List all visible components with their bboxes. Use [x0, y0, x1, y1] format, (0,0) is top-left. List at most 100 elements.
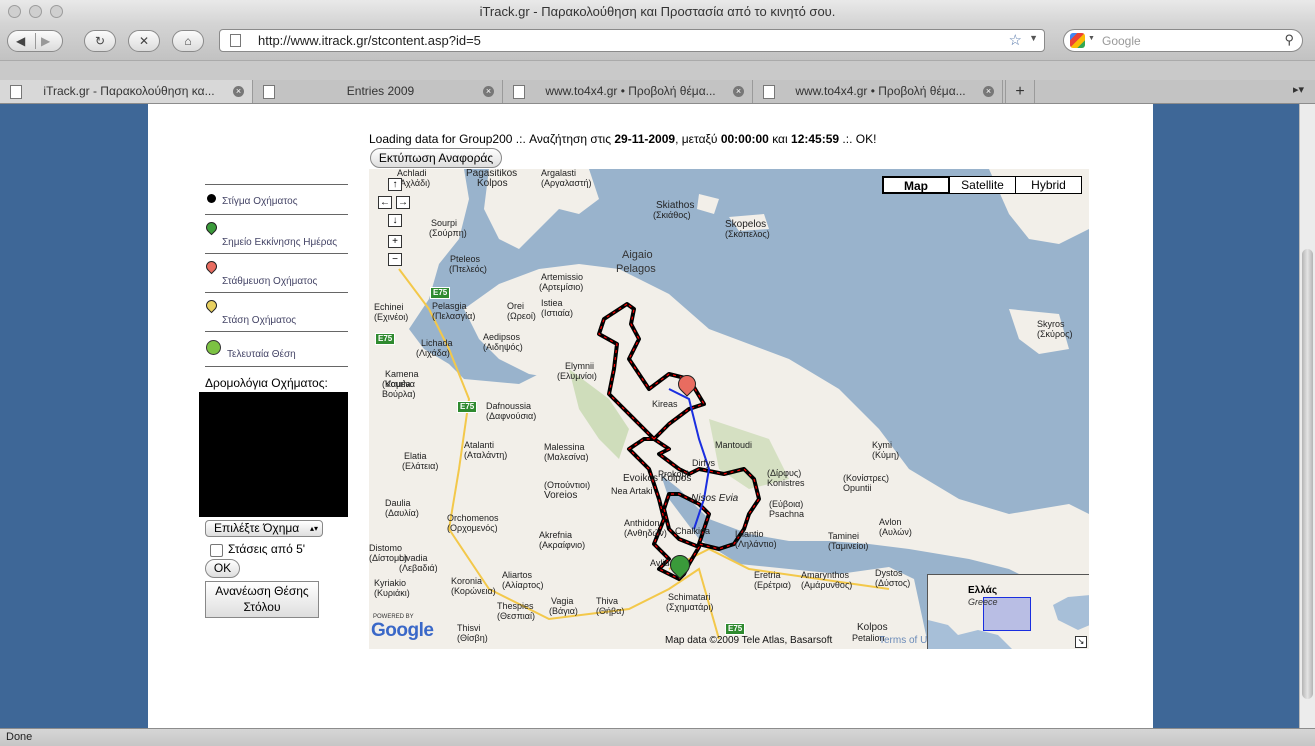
home-button[interactable]: ⌂	[172, 30, 204, 52]
back-icon[interactable]: ◀	[16, 31, 25, 51]
tab-to4x4-2[interactable]: www.to4x4.gr • Προβολή θέμα... ×	[753, 80, 1003, 103]
map-place-label: (Κυριάκι)	[374, 588, 410, 598]
close-tab-icon[interactable]: ×	[483, 86, 494, 97]
map-place-label: (Αργαλαστή)	[541, 178, 592, 188]
map-place-label: (Κονίστρες)	[843, 473, 889, 483]
search-icon[interactable]: ⚲	[1284, 32, 1294, 48]
map-place-label: Echinei	[374, 302, 404, 312]
overview-subtitle: Greece	[968, 597, 998, 607]
map-place-label: Distomo	[369, 543, 403, 553]
minimize-window-icon[interactable]	[29, 5, 42, 18]
map-place-label: Opuntii	[843, 483, 872, 493]
page-icon	[230, 34, 241, 47]
status-text: Done	[6, 731, 33, 743]
map-place-label: Nisos Evia	[691, 493, 739, 504]
map-place-label: Amarynthos	[801, 570, 850, 580]
map-place-label: Orei	[507, 301, 525, 311]
pan-right-icon[interactable]: →	[396, 196, 410, 209]
search-box[interactable]: ▼ Google ⚲	[1063, 29, 1303, 52]
map-place-label: (Ερέτρια)	[754, 580, 792, 590]
tab-itrack[interactable]: iTrack.gr - Παρακολούθηση κα... ×	[0, 80, 253, 103]
url-text: http://www.itrack.gr/stcontent.asp?id=5	[258, 33, 481, 48]
map-place-label: (Λεβαδιά)	[399, 563, 438, 573]
legend-divider	[205, 253, 348, 254]
map-place-label: Skiathos	[656, 200, 695, 211]
zoom-in-icon[interactable]: +	[388, 235, 402, 248]
report-and: και	[772, 132, 788, 146]
close-tab-icon[interactable]: ×	[983, 86, 994, 97]
map-place-label: Artemissio	[541, 272, 584, 282]
map-attribution: Map data ©2009 Tele Atlas, Basarsoft	[665, 635, 833, 646]
map-type-hybrid[interactable]: Hybrid	[1015, 176, 1082, 194]
forward-icon[interactable]: ▶	[41, 31, 50, 51]
legend-fix-label: Στίγμα Οχήματος	[222, 196, 298, 207]
close-window-icon[interactable]	[8, 5, 21, 18]
close-tab-icon[interactable]: ×	[733, 86, 744, 97]
url-dropdown-icon[interactable]: ▼	[1029, 33, 1038, 43]
pan-down-icon[interactable]: ↓	[388, 214, 402, 227]
map-place-label: (Ιστιαία)	[541, 308, 574, 318]
vehicle-select[interactable]: Επιλέξτε Όχημα ▴▾	[205, 520, 323, 537]
page-icon	[763, 85, 775, 99]
road-badge: E75	[375, 333, 396, 345]
overview-title: Ελλάς	[968, 585, 998, 596]
map-place-label: Psachna	[769, 509, 805, 519]
zoom-out-icon[interactable]: −	[388, 253, 402, 266]
map-place-label: (Οπούντιοι)	[544, 480, 591, 490]
black-dot-icon	[207, 194, 216, 203]
map-place-label: Schimatari	[668, 592, 711, 602]
map-place-label: Aedipsos	[483, 332, 521, 342]
map-type-map[interactable]: Map	[882, 176, 950, 194]
print-report-button[interactable]: Εκτύπωση Αναφοράς	[370, 148, 502, 168]
stop-button[interactable]: ✕	[128, 30, 160, 52]
tab-label: Entries 2009	[346, 84, 415, 98]
address-bar[interactable]: http://www.itrack.gr/stcontent.asp?id=5 …	[219, 29, 1045, 52]
close-tab-icon[interactable]: ×	[233, 86, 244, 97]
map-place-label: Kireas	[652, 399, 678, 409]
ok-button[interactable]: OK	[205, 559, 240, 578]
routes-list[interactable]	[199, 392, 348, 517]
star-icon[interactable]: ☆	[1009, 31, 1022, 49]
zoom-window-icon[interactable]	[50, 5, 63, 18]
pan-left-icon[interactable]: ←	[378, 196, 392, 209]
scrollbar-thumb[interactable]	[1302, 249, 1313, 699]
back-forward-group: ◀ ▶	[7, 30, 63, 52]
google-logo[interactable]: Google	[371, 620, 434, 642]
map-place-label: Elymnii	[565, 361, 595, 371]
stops-checkbox[interactable]	[210, 544, 223, 557]
page-scrollbar[interactable]	[1299, 104, 1315, 728]
map-place-label: Orchomenos	[447, 513, 499, 523]
status-bar: Done	[0, 728, 1315, 746]
window-title: iTrack.gr - Παρακολούθηση και Προστασία …	[479, 4, 836, 19]
map-place-label: (Δύστος)	[875, 578, 911, 588]
search-engine-dropdown-icon[interactable]: ▼	[1088, 35, 1095, 42]
tab-to4x4-1[interactable]: www.to4x4.gr • Προβολή θέμα... ×	[503, 80, 753, 103]
tab-entries[interactable]: Entries 2009 ×	[253, 80, 503, 103]
tab-overflow-icon[interactable]: ▸▾	[1293, 83, 1304, 96]
refresh-fleet-button[interactable]: Ανανέωση Θέσης Στόλου	[205, 581, 319, 618]
legend-divider	[205, 292, 348, 293]
map-place-label: (Σκιάθος)	[653, 210, 691, 220]
reload-button[interactable]: ↻	[84, 30, 116, 52]
pan-up-icon[interactable]: ↑	[388, 178, 402, 191]
stops-checkbox-label: Στάσεις από 5'	[228, 542, 306, 556]
add-tab-icon[interactable]: +	[1005, 80, 1035, 103]
google-icon[interactable]	[1070, 33, 1085, 48]
tab-label: www.to4x4.gr • Προβολή θέμα...	[545, 84, 716, 98]
overview-map[interactable]: Ελλάς Greece ↘	[927, 574, 1089, 649]
map-place-label: Βούρλα)	[382, 389, 416, 399]
map[interactable]: Achladi (Αχλάδι) Pagasitikos Kolpos Argalast…	[369, 169, 1089, 649]
map-place-label: Livadia	[399, 553, 428, 563]
map-place-label: Pagasitikos	[466, 169, 518, 179]
map-place-label: (Ανθηδών)	[624, 528, 667, 538]
map-place-label: (Θήβα)	[596, 606, 625, 616]
map-place-label: Dirfys	[692, 458, 715, 468]
map-place-label: Kolpos	[857, 622, 888, 633]
map-place-label: (Κορώνεια)	[451, 586, 496, 596]
overview-collapse-icon[interactable]: ↘	[1075, 636, 1087, 648]
map-place-label: (Αρτεμίσιο)	[539, 282, 584, 292]
legend-divider	[205, 184, 348, 185]
map-type-satellite[interactable]: Satellite	[949, 176, 1016, 194]
map-place-label: (Σκύρος)	[1037, 329, 1073, 339]
map-place-label: (Εύβοια)	[769, 499, 804, 509]
